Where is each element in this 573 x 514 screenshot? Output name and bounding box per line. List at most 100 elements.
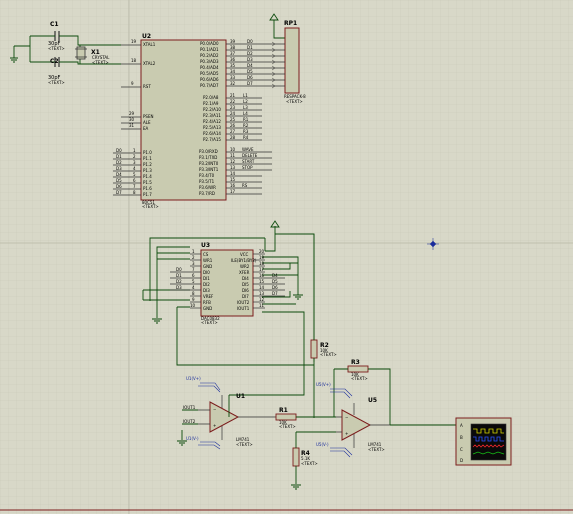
pin-number: 13 bbox=[230, 165, 236, 170]
pin-name: P0.1/AD1 bbox=[200, 47, 219, 52]
pin-number: 18 bbox=[259, 261, 265, 266]
u5-ref: U5 bbox=[368, 397, 377, 404]
pin-name: DI1 bbox=[203, 276, 210, 281]
pin-number: 25 bbox=[230, 117, 236, 122]
scope-input-b[interactable]: B bbox=[460, 435, 463, 440]
pin-number: 13 bbox=[259, 291, 265, 296]
pin-name: P0.0/AD0 bbox=[200, 41, 219, 46]
scope-input-a[interactable]: A bbox=[460, 423, 463, 428]
pin-number: 14 bbox=[259, 285, 265, 290]
scope-input-c[interactable]: C bbox=[460, 447, 463, 452]
pin-number: 17 bbox=[259, 267, 265, 272]
channel-label: A bbox=[460, 423, 463, 428]
net-label: D5 bbox=[116, 178, 122, 183]
pin-number: 31 bbox=[129, 123, 135, 128]
pin-name: P2.3/A11 bbox=[203, 113, 221, 118]
pin-name: P1.0 bbox=[143, 150, 152, 155]
pin-name: P2.5/A13 bbox=[203, 125, 221, 130]
channel-label: C bbox=[460, 447, 463, 452]
pin-number: 14 bbox=[230, 171, 236, 176]
pin-number: 10 bbox=[230, 147, 236, 152]
net-label: D7 bbox=[247, 81, 253, 86]
pin-number: 12 bbox=[230, 159, 236, 164]
r1-ref: R1 bbox=[279, 407, 288, 414]
net-label: L3 bbox=[243, 105, 248, 110]
r1-text-placeholder: <TEXT> bbox=[279, 424, 296, 429]
pin-number: 21 bbox=[230, 93, 236, 98]
pin-number: 17 bbox=[230, 189, 236, 194]
c1-text-placeholder: <TEXT> bbox=[48, 46, 65, 51]
pin-name: P1.7 bbox=[143, 192, 152, 197]
rp1-ref: RP1 bbox=[284, 20, 297, 27]
net-label: R1 bbox=[243, 117, 249, 122]
net-label: D0 bbox=[116, 148, 122, 153]
pin-name: VREF bbox=[203, 294, 214, 299]
pin-name: P0.4/AD4 bbox=[200, 65, 219, 70]
pin-name: DI0 bbox=[203, 270, 210, 275]
c1-ref: C1 bbox=[50, 21, 59, 28]
r2-text-placeholder: <TEXT> bbox=[320, 352, 337, 357]
pin-name: P3.6/WR bbox=[199, 185, 216, 190]
u5-plus-sign: + bbox=[345, 431, 348, 436]
pin-name: GND bbox=[203, 306, 212, 311]
pin-name: RFB bbox=[203, 300, 211, 305]
pin-name: DI2 bbox=[203, 282, 210, 287]
pin-number: 24 bbox=[230, 111, 236, 116]
pin-name: ALE bbox=[143, 120, 151, 125]
net-label: D4 bbox=[116, 172, 122, 177]
pin-name: XTAL2 bbox=[143, 61, 156, 66]
pin-name: DI3 bbox=[203, 288, 210, 293]
u1-net-vn: IOUT2 bbox=[183, 419, 196, 424]
pin-number: 28 bbox=[230, 135, 236, 140]
u5-minus-sign: − bbox=[345, 415, 348, 420]
pin-name: VCC bbox=[240, 252, 249, 257]
schematic-canvas[interactable]: C1 30pF <TEXT> C2 30pF <TEXT> X1 CRYSTAL… bbox=[0, 0, 573, 514]
x1-text-placeholder: <TEXT> bbox=[92, 60, 109, 65]
u5-text-placeholder: <TEXT> bbox=[368, 447, 385, 452]
net-label: D5 bbox=[247, 69, 253, 74]
pin-name: CS bbox=[203, 252, 209, 257]
pin-name: DI4 bbox=[242, 276, 249, 281]
pin-number: 19 bbox=[131, 39, 137, 44]
pin-name: IOUT2 bbox=[237, 300, 250, 305]
pin-name: P2.4/A12 bbox=[203, 119, 221, 124]
net-label: L2 bbox=[243, 99, 248, 104]
net-label: STOP bbox=[242, 165, 253, 170]
net-label: D3 bbox=[176, 285, 182, 290]
pin-number: 32 bbox=[230, 81, 236, 86]
pin-name: PSEN bbox=[143, 114, 153, 119]
pin-name: P3.3/INT1 bbox=[199, 167, 219, 172]
pin-number: 18 bbox=[131, 58, 137, 63]
pin-number: 36 bbox=[230, 57, 236, 62]
net-label: R4 bbox=[243, 135, 249, 140]
pin-name: XFER bbox=[239, 270, 250, 275]
oscilloscope[interactable]: A B C D bbox=[455, 417, 512, 466]
pin-number: 35 bbox=[230, 63, 236, 68]
pin-number: 22 bbox=[230, 99, 236, 104]
net-label: D2 bbox=[176, 279, 182, 284]
pin-name: P0.3/AD3 bbox=[200, 59, 219, 64]
r3-ref: R3 bbox=[351, 359, 360, 366]
net-label: D6 bbox=[116, 184, 122, 189]
pin-name: P3.1/TXD bbox=[199, 155, 217, 160]
net-label: D1 bbox=[176, 273, 182, 278]
u2-text-placeholder: <TEXT> bbox=[142, 204, 159, 209]
net-label: DELETE bbox=[242, 153, 258, 158]
pin-name: DI7 bbox=[242, 294, 249, 299]
c2-text-placeholder: <TEXT> bbox=[48, 80, 65, 85]
pin-number: 29 bbox=[129, 111, 135, 116]
pin-name: DI5 bbox=[242, 282, 249, 287]
pin-name: P1.1 bbox=[143, 156, 152, 161]
u1-supply-top: U1(V+) bbox=[186, 376, 201, 381]
net-label: D0 bbox=[247, 39, 253, 44]
u3-text-placeholder: <TEXT> bbox=[201, 320, 218, 325]
net-label: D3 bbox=[116, 166, 122, 171]
scope-input-d[interactable]: D bbox=[460, 458, 463, 463]
pin-name: P3.0/RXD bbox=[199, 149, 218, 154]
net-label: R3 bbox=[243, 129, 249, 134]
pin-name: P0.7/AD7 bbox=[200, 83, 219, 88]
pin-name: P3.2/INT0 bbox=[199, 161, 219, 166]
pin-name: P1.5 bbox=[143, 180, 152, 185]
pin-number: 12 bbox=[259, 297, 265, 302]
pin-number: 11 bbox=[259, 303, 265, 308]
